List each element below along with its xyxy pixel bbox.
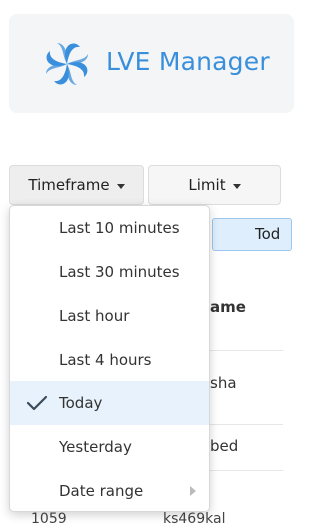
logo-card: LVE Manager bbox=[9, 14, 294, 113]
table-cell-name: bed bbox=[210, 437, 239, 455]
checkmark-icon bbox=[26, 395, 48, 411]
menu-item-label: Last 30 minutes bbox=[59, 263, 180, 281]
menu-item-label: Today bbox=[59, 394, 103, 412]
limit-button-label: Limit bbox=[188, 176, 226, 194]
caret-down-icon bbox=[232, 183, 241, 189]
table-cell-name: ks469kal bbox=[163, 511, 226, 527]
row-divider bbox=[210, 424, 283, 425]
timeframe-menu: Last 10 minutes Last 30 minutes Last hou… bbox=[9, 205, 210, 512]
pinwheel-logo-icon bbox=[46, 43, 88, 85]
timeframe-button-label: Timeframe bbox=[28, 176, 110, 194]
chip-label: Tod bbox=[255, 225, 281, 243]
menu-item-label: Last hour bbox=[59, 307, 130, 325]
menu-item-last-hour[interactable]: Last hour bbox=[10, 294, 209, 338]
table-header-name: ame bbox=[210, 298, 246, 316]
menu-item-last-10-minutes[interactable]: Last 10 minutes bbox=[10, 206, 209, 250]
limit-dropdown-button[interactable]: Limit bbox=[148, 165, 281, 205]
chevron-right-icon bbox=[190, 486, 196, 496]
menu-item-label: Last 10 minutes bbox=[59, 219, 180, 237]
row-divider bbox=[210, 470, 283, 471]
menu-item-last-4-hours[interactable]: Last 4 hours bbox=[10, 338, 209, 382]
table-cell-id: 1059 bbox=[31, 511, 67, 527]
menu-item-label: Yesterday bbox=[59, 438, 132, 456]
menu-item-label: Last 4 hours bbox=[59, 351, 152, 369]
menu-item-date-range[interactable]: Date range bbox=[10, 469, 209, 513]
menu-item-today[interactable]: Today bbox=[10, 381, 209, 425]
timeframe-dropdown-button[interactable]: Timeframe bbox=[9, 165, 144, 205]
app-title: LVE Manager bbox=[106, 47, 270, 76]
menu-item-yesterday[interactable]: Yesterday bbox=[10, 425, 209, 469]
active-timeframe-chip[interactable]: Tod bbox=[212, 218, 292, 251]
table-cell-name: sha bbox=[210, 374, 237, 392]
caret-down-icon bbox=[116, 183, 125, 189]
menu-item-last-30-minutes[interactable]: Last 30 minutes bbox=[10, 250, 209, 294]
row-divider bbox=[210, 350, 283, 351]
menu-item-label: Date range bbox=[59, 482, 144, 500]
